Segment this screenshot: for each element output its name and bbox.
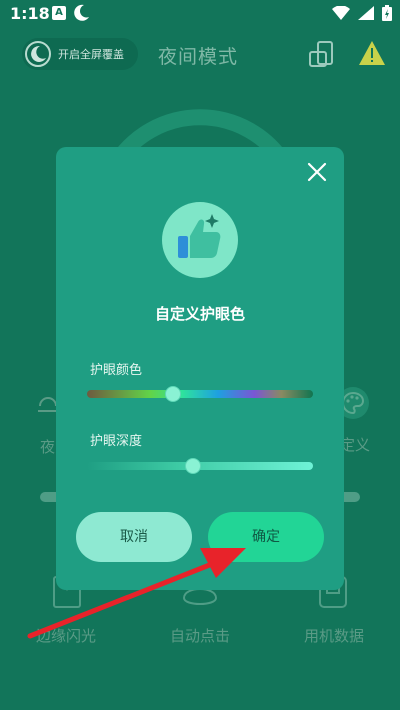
bottom-item-usage-data[interactable]: 用机数据: [304, 625, 364, 646]
eye-color-slider-knob[interactable]: [164, 386, 181, 402]
background-left-label: 夜: [40, 438, 56, 456]
bottom-item-edge-flash[interactable]: 边缘闪光: [36, 625, 96, 646]
eye-depth-slider-knob[interactable]: [185, 458, 202, 474]
close-icon[interactable]: [304, 159, 330, 185]
confirm-button[interactable]: 确定: [208, 512, 324, 562]
partial-left-icon: [38, 397, 57, 412]
depth-slider-label: 护眼深度: [90, 434, 143, 449]
color-slider-label: 护眼颜色: [90, 363, 143, 378]
bottom-item-auto-click[interactable]: 自动点击: [170, 625, 230, 646]
custom-eye-color-dialog: 自定义护眼色 护眼颜色 护眼深度 取消 确定: [56, 147, 344, 590]
eye-color-slider-track[interactable]: [87, 390, 313, 398]
dialog-title: 自定义护眼色: [154, 305, 245, 323]
cancel-button[interactable]: 取消: [76, 512, 192, 562]
background-right-label: 定义: [340, 436, 371, 454]
thumbs-up-icon: [162, 202, 238, 278]
